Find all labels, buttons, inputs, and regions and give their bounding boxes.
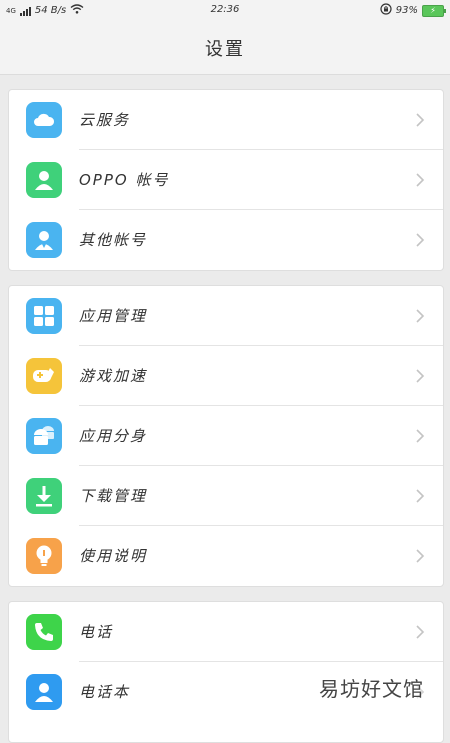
settings-group-phone: 电话 电话本 bbox=[8, 601, 444, 743]
lightbulb-icon bbox=[26, 538, 62, 574]
chevron-right-icon bbox=[409, 426, 429, 446]
battery-percent: 93% bbox=[395, 5, 418, 16]
settings-item-phone[interactable]: 电话 bbox=[9, 602, 443, 662]
chevron-right-icon bbox=[409, 546, 429, 566]
status-right: 93% ⚡ bbox=[380, 3, 446, 18]
settings-item-label: 云服务 bbox=[79, 111, 131, 129]
gamepad-icon bbox=[26, 358, 62, 394]
settings-item-oppo-account[interactable]: OPPO 帐号 bbox=[9, 150, 443, 210]
settings-item-label: 应用分身 bbox=[79, 427, 148, 445]
settings-item-label: 游戏加速 bbox=[79, 367, 148, 385]
settings-item-label: 其他帐号 bbox=[79, 231, 148, 249]
chevron-right-icon bbox=[409, 170, 429, 190]
chevron-right-icon bbox=[409, 486, 429, 506]
cloud-icon bbox=[26, 102, 62, 138]
status-bar: 4G 54 B/s 22:36 93% ⚡ bbox=[0, 0, 450, 22]
chevron-right-icon bbox=[409, 622, 429, 642]
settings-group-apps: 应用管理 游戏加速 应用分身 下载管理 使用说明 bbox=[8, 285, 444, 587]
settings-item-user-guide[interactable]: 使用说明 bbox=[9, 526, 443, 586]
settings-item-label: 电话本 bbox=[79, 683, 131, 701]
settings-item-label: 使用说明 bbox=[79, 547, 148, 565]
phone-icon bbox=[26, 614, 62, 650]
contacts-icon bbox=[26, 674, 62, 710]
rotation-lock-icon bbox=[380, 3, 392, 18]
user-icon bbox=[26, 162, 62, 198]
settings-group-accounts: 云服务 OPPO 帐号 其他帐号 bbox=[8, 89, 444, 271]
settings-item-label: 应用管理 bbox=[79, 307, 148, 325]
settings-item-cloud-service[interactable]: 云服务 bbox=[9, 90, 443, 150]
chevron-right-icon bbox=[409, 110, 429, 130]
settings-item-label: 电话 bbox=[79, 623, 114, 641]
android-clone-icon bbox=[26, 418, 62, 454]
download-icon bbox=[26, 478, 62, 514]
settings-item-label: 下载管理 bbox=[79, 487, 148, 505]
chevron-right-icon bbox=[409, 230, 429, 250]
chevron-right-icon bbox=[409, 366, 429, 386]
settings-item-game-acceleration[interactable]: 游戏加速 bbox=[9, 346, 443, 406]
page-title: 设置 bbox=[205, 39, 245, 60]
settings-item-label: OPPO 帐号 bbox=[79, 171, 170, 189]
user-badge-icon bbox=[26, 222, 62, 258]
settings-item-app-management[interactable]: 应用管理 bbox=[9, 286, 443, 346]
battery-icon: ⚡ bbox=[422, 4, 446, 17]
settings-item-other-accounts[interactable]: 其他帐号 bbox=[9, 210, 443, 270]
chevron-right-icon bbox=[409, 306, 429, 326]
watermark: 易坊好文馆 bbox=[319, 677, 424, 701]
page-header: 设置 bbox=[0, 22, 450, 75]
app-grid-icon bbox=[26, 298, 62, 334]
settings-item-download-management[interactable]: 下载管理 bbox=[9, 466, 443, 526]
settings-item-app-clone[interactable]: 应用分身 bbox=[9, 406, 443, 466]
